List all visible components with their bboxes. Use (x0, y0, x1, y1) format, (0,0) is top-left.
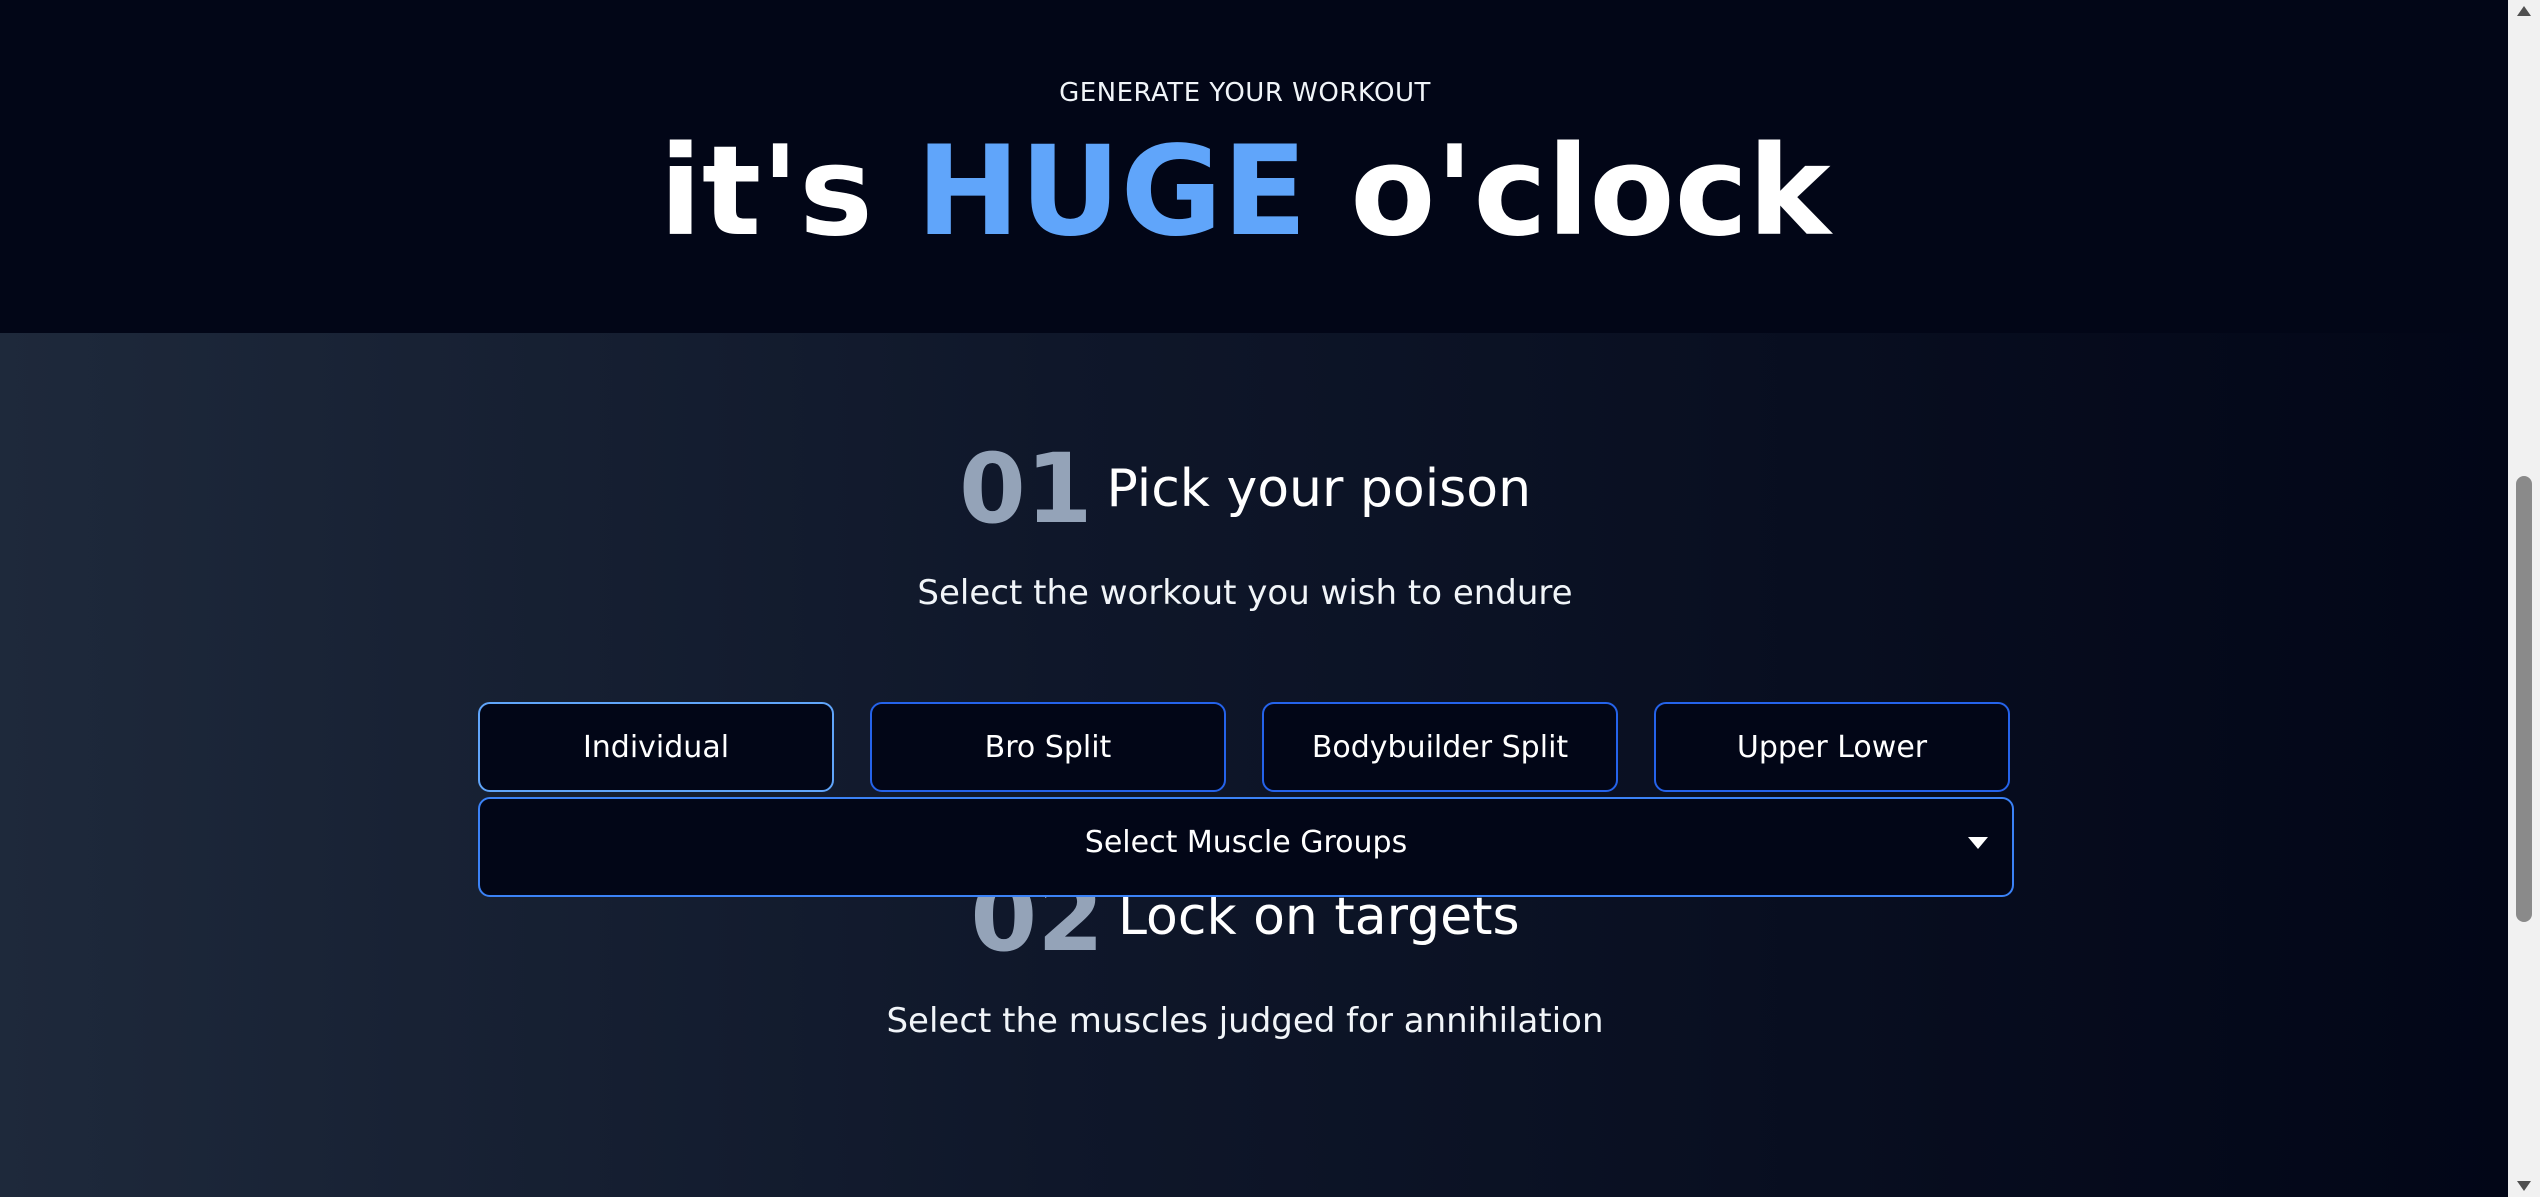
scroll-up-arrow-icon[interactable] (2517, 6, 2531, 16)
muscle-group-select[interactable]: Select Muscle Groups (478, 797, 2014, 897)
step-1-title: Pick your poison (1106, 459, 1532, 519)
step-2-subtitle: Select the muscles judged for annihilati… (886, 1001, 1604, 1041)
hero-title: it's HUGE o'clock (0, 112, 2490, 272)
workout-option-individual[interactable]: Individual (478, 702, 834, 792)
workout-option-bro-split[interactable]: Bro Split (870, 702, 1226, 792)
scrollbar-thumb[interactable] (2516, 476, 2532, 922)
step-1-subtitle: Select the workout you wish to endure (917, 573, 1573, 613)
workout-option-bodybuilder-split[interactable]: Bodybuilder Split (1262, 702, 1618, 792)
page: GENERATE YOUR WORKOUT it's HUGE o'clock … (0, 0, 2540, 1197)
generator-section: 01 Pick your poison Select the workout yo… (0, 333, 2508, 1197)
step-1-heading: 01 Pick your poison (0, 433, 2490, 545)
hero-title-accent: HUGE (916, 120, 1308, 264)
caret-down-icon (1968, 837, 1988, 849)
hero-eyebrow: GENERATE YOUR WORKOUT (1059, 78, 1431, 108)
main-content: GENERATE YOUR WORKOUT it's HUGE o'clock … (0, 0, 2508, 1197)
muscle-group-select-label: Select Muscle Groups (1084, 825, 1408, 860)
hero-title-prefix: it's (659, 120, 917, 264)
hero-header: GENERATE YOUR WORKOUT it's HUGE o'clock (0, 0, 2508, 333)
scroll-down-arrow-icon[interactable] (2517, 1181, 2531, 1191)
vertical-scrollbar[interactable] (2508, 0, 2540, 1197)
hero-title-suffix: o'clock (1307, 120, 1831, 264)
step-1-number: 01 (958, 433, 1093, 545)
workout-option-upper-lower[interactable]: Upper Lower (1654, 702, 2010, 792)
